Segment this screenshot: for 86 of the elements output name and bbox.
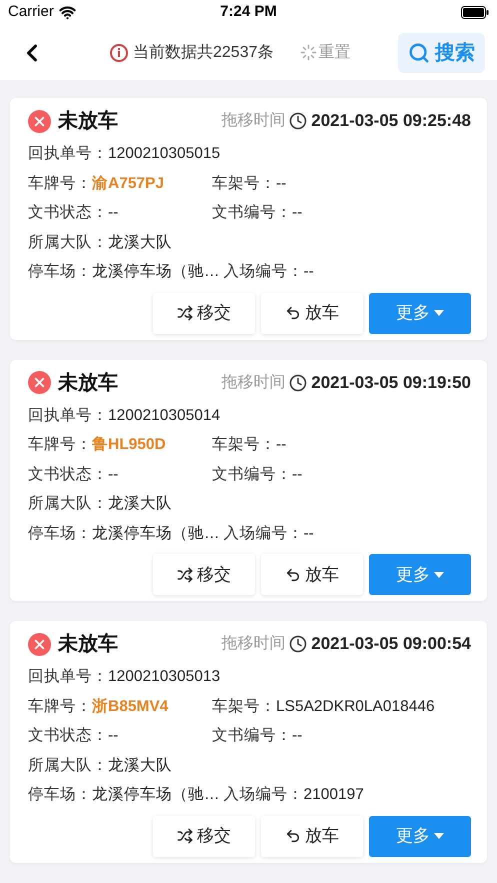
field-label: 文书状态： xyxy=(28,464,108,485)
field-value: 1200210305014 xyxy=(108,406,220,426)
field-value: 1200210305013 xyxy=(108,667,220,688)
field-label: 车架号： xyxy=(212,435,276,456)
field-value: -- xyxy=(108,464,118,485)
transfer-button[interactable]: 移交 xyxy=(153,816,255,856)
field-value: -- xyxy=(276,435,286,456)
shuffle-icon xyxy=(177,828,193,844)
clock-icon xyxy=(289,112,308,130)
undo-icon xyxy=(285,305,301,321)
drag-time: 2021-03-05 09:19:50 xyxy=(311,372,471,394)
field-value: -- xyxy=(292,203,302,224)
error-icon xyxy=(28,110,51,132)
record-count: 当前数据共22537条 xyxy=(133,42,274,62)
field-label: 停车场： xyxy=(28,262,92,282)
shuffle-icon xyxy=(177,566,193,582)
field-label: 车牌号： xyxy=(28,696,92,717)
plate-number: 浙B85MV4 xyxy=(92,696,168,717)
field-label: 所属大队： xyxy=(28,756,108,776)
field-value: LS5A2DKR0LA018446 xyxy=(276,696,435,717)
clock-icon xyxy=(289,374,308,392)
time-label: 拖移时间 xyxy=(221,372,286,392)
field-value: -- xyxy=(292,726,302,746)
transfer-button[interactable]: 移交 xyxy=(153,554,255,595)
field-label: 文书编号： xyxy=(212,726,292,746)
clock-icon xyxy=(289,635,308,653)
field-label: 回执单号： xyxy=(28,406,108,426)
release-button[interactable]: 放车 xyxy=(261,816,363,856)
undo-icon xyxy=(285,566,301,582)
field-label: 车牌号： xyxy=(28,435,92,456)
field-label: 所属大队： xyxy=(28,494,108,514)
caret-icon xyxy=(434,572,444,578)
clock-time: 7:24 PM xyxy=(220,2,277,22)
field-label: 车架号： xyxy=(212,174,276,194)
info-icon xyxy=(110,44,128,62)
status-text: 未放车 xyxy=(58,632,118,657)
battery-icon xyxy=(461,6,489,19)
drag-time: 2021-03-05 09:25:48 xyxy=(311,110,471,132)
search-icon xyxy=(408,42,430,64)
release-button[interactable]: 放车 xyxy=(261,292,363,334)
release-button[interactable]: 放车 xyxy=(261,554,363,595)
field-label: 车架号： xyxy=(212,696,276,717)
spinner-icon xyxy=(300,44,316,61)
field-value: 2100197 xyxy=(304,785,364,806)
field-value: 龙溪停车场（驰… xyxy=(92,785,220,806)
transfer-button[interactable]: 移交 xyxy=(153,292,255,334)
field-label: 文书编号： xyxy=(212,464,292,485)
field-value: 龙溪大队 xyxy=(108,232,172,253)
field-label: 文书编号： xyxy=(212,203,292,224)
error-icon xyxy=(28,632,51,656)
field-value: -- xyxy=(292,464,302,485)
status-text: 未放车 xyxy=(58,370,118,396)
field-label: 入场编号： xyxy=(224,785,304,806)
field-label: 所属大队： xyxy=(28,232,108,253)
caret-icon xyxy=(434,310,444,316)
shuffle-icon xyxy=(177,305,193,321)
field-value: -- xyxy=(108,726,118,746)
caret-icon xyxy=(434,833,444,839)
field-value: -- xyxy=(276,174,286,194)
time-label: 拖移时间 xyxy=(221,634,286,654)
error-icon xyxy=(28,371,51,394)
carrier-text: Carrier xyxy=(8,2,54,22)
field-value: 龙溪大队 xyxy=(108,494,172,514)
field-label: 入场编号： xyxy=(224,262,304,282)
field-label: 停车场： xyxy=(28,524,92,544)
field-value: -- xyxy=(108,203,118,224)
undo-icon xyxy=(285,828,301,844)
field-value: 龙溪停车场（驰… xyxy=(92,524,220,544)
drag-time: 2021-03-05 09:00:54 xyxy=(311,633,471,656)
field-label: 文书状态： xyxy=(28,203,108,224)
plate-number: 渝A757PJ xyxy=(92,174,164,194)
field-label: 车牌号： xyxy=(28,174,92,194)
status-text: 未放车 xyxy=(58,108,118,134)
time-label: 拖移时间 xyxy=(221,110,286,131)
field-label: 入场编号： xyxy=(224,524,304,544)
field-value: 龙溪大队 xyxy=(108,756,172,776)
plate-number: 鲁HL950D xyxy=(92,435,166,456)
field-value: -- xyxy=(304,262,314,282)
field-label: 文书状态： xyxy=(28,726,108,746)
field-value: 1200210305015 xyxy=(108,144,220,164)
field-label: 回执单号： xyxy=(28,144,108,164)
field-value: -- xyxy=(304,524,314,544)
field-value: 龙溪停车场（驰… xyxy=(92,262,220,282)
wifi-icon xyxy=(58,4,76,21)
field-label: 停车场： xyxy=(28,785,92,806)
field-label: 回执单号： xyxy=(28,667,108,688)
